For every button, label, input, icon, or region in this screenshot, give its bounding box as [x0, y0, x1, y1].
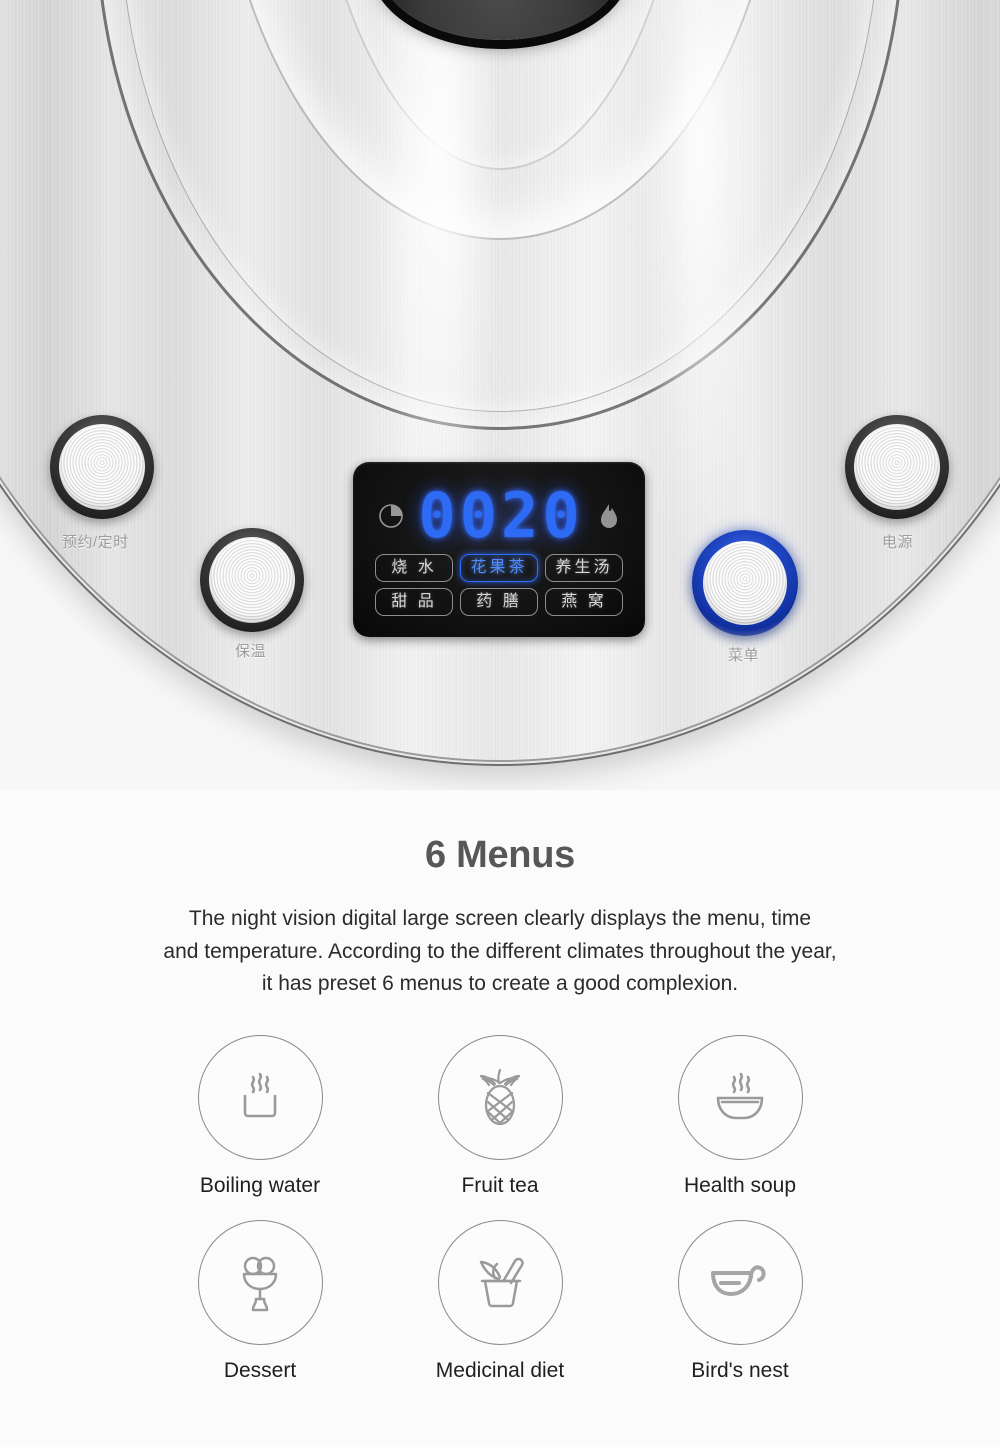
- description-line-2: and temperature. According to the differ…: [163, 939, 837, 963]
- description-line-1: The night vision digital large screen cl…: [188, 907, 812, 930]
- mortar-pestle-icon: [468, 1250, 532, 1314]
- clock-icon: [378, 503, 404, 529]
- keep-warm-button-cap: [209, 537, 295, 623]
- section-description: The night vision digital large screen cl…: [100, 903, 900, 1001]
- menu-item-dessert: Dessert: [140, 1219, 380, 1383]
- health-soup-circle: [677, 1034, 803, 1160]
- droplet-icon: [598, 502, 620, 530]
- dessert-circle: [197, 1219, 323, 1345]
- fruit-tea-label: Fruit tea: [461, 1173, 539, 1197]
- menu-button-label: 菜单: [728, 647, 760, 664]
- lcd-value: 0020: [418, 479, 584, 552]
- menu-button-cap: [703, 541, 787, 625]
- product-photo: 预约/定时 保温 菜单 电源 0020 烧 水 花果茶 养生汤 甜 品 药 膳 …: [0, 0, 1000, 790]
- medicinal-diet-circle: [437, 1219, 563, 1345]
- menu-item-health-soup: Health soup: [620, 1034, 860, 1198]
- fruit-tea-circle: [437, 1034, 563, 1160]
- pineapple-icon: [469, 1064, 531, 1130]
- lcd-top-row: 0020: [353, 480, 645, 552]
- lcd-chip-health-soup[interactable]: 养生汤: [545, 554, 623, 582]
- lcd-chip-medicinal-diet[interactable]: 药 膳: [460, 588, 538, 616]
- menu-item-birds-nest: Bird's nest: [620, 1219, 860, 1383]
- medicinal-diet-label: Medicinal diet: [435, 1358, 565, 1382]
- lcd-menu-chips: 烧 水 花果茶 养生汤 甜 品 药 膳 燕 窝: [365, 554, 633, 622]
- lcd-chip-birds-nest[interactable]: 燕 窝: [545, 588, 623, 616]
- boiling-water-circle: [197, 1034, 323, 1160]
- lcd-display: 0020 烧 水 花果茶 养生汤 甜 品 药 膳 燕 窝: [353, 462, 645, 637]
- nest-bowl-icon: [707, 1255, 773, 1309]
- timer-button[interactable]: [50, 415, 154, 519]
- power-button[interactable]: [845, 415, 949, 519]
- lcd-menu-row-2: 甜 品 药 膳 燕 窝: [365, 588, 633, 616]
- menu-icon-grid: Boiling water Fruit tea Health soup Dess…: [140, 1034, 860, 1383]
- steaming-pot-icon: [229, 1066, 291, 1128]
- power-button-label: 电源: [882, 534, 914, 551]
- lcd-chip-boiling-water[interactable]: 烧 水: [375, 554, 453, 582]
- lcd-chip-dessert[interactable]: 甜 品: [375, 588, 453, 616]
- menu-item-fruit-tea: Fruit tea: [380, 1034, 620, 1198]
- power-button-cap: [854, 424, 940, 510]
- lcd-menu-row-1: 烧 水 花果茶 养生汤: [365, 554, 633, 582]
- health-soup-label: Health soup: [683, 1173, 797, 1197]
- dessert-label: Dessert: [223, 1358, 297, 1382]
- lcd-chip-fruit-tea[interactable]: 花果茶: [460, 554, 538, 582]
- timer-button-cap: [59, 424, 145, 510]
- ice-cream-goblet-icon: [232, 1249, 288, 1315]
- birds-nest-label: Bird's nest: [691, 1358, 789, 1382]
- boiling-water-label: Boiling water: [199, 1173, 321, 1197]
- menu-item-boiling-water: Boiling water: [140, 1034, 380, 1198]
- menu-button[interactable]: [692, 530, 798, 636]
- section-title: 6 Menus: [425, 834, 575, 876]
- keep-warm-button[interactable]: [200, 528, 304, 632]
- description-line-3: it has preset 6 menus to create a good c…: [261, 972, 739, 996]
- menu-item-medicinal-diet: Medicinal diet: [380, 1219, 620, 1383]
- birds-nest-circle: [677, 1219, 803, 1345]
- keep-warm-button-label: 保温: [235, 643, 267, 660]
- steaming-bowl-icon: [708, 1066, 772, 1128]
- content-section: 6 Menus The night vision digital large s…: [0, 790, 1000, 1447]
- timer-button-label: 预约/定时: [62, 534, 129, 551]
